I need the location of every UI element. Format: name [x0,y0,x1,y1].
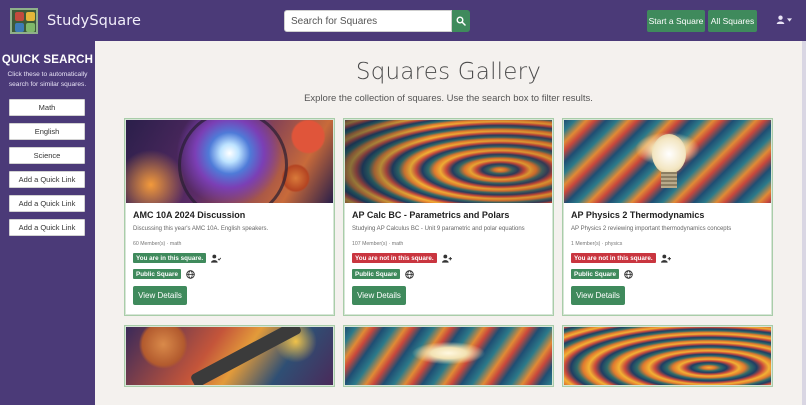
main-content: Squares Gallery Explore the collection o… [95,41,802,405]
user-menu[interactable] [776,15,792,24]
card-description: AP Physics 2 reviewing important thermod… [571,226,732,232]
square-card: AP Physics 2 Thermodynamics AP Physics 2… [563,119,772,315]
user-plus-icon[interactable] [441,254,452,263]
square-card-partial [344,326,553,386]
user-check-icon[interactable] [211,254,222,263]
navbar-search [284,10,470,32]
card-member-count: 60 Member(s) · math [133,241,182,247]
view-details-button[interactable]: View Details [352,286,406,305]
sidebar-title: QUICK SEARCH [1,54,94,66]
square-card: AP Calc BC - Parametrics and Polars Stud… [344,119,553,315]
page-scrollbar[interactable] [802,41,806,405]
page-title: Squares Gallery [355,59,542,85]
square-card-partial [125,326,334,386]
globe-icon [624,269,633,279]
quick-link-english[interactable]: English [9,123,85,140]
search-button[interactable] [452,10,470,32]
view-details-button[interactable]: View Details [571,286,625,305]
globe-icon [405,269,414,279]
top-navbar: StudySquare Start a Square All Squares [0,0,806,41]
user-plus-icon[interactable] [660,254,671,263]
quick-search-sidebar: QUICK SEARCH Click these to automaticall… [0,41,95,405]
membership-badge: You are not in this square. [571,253,656,263]
square-card-image [345,327,552,385]
square-card-image [345,120,552,203]
brand-name: StudySquare [47,13,142,29]
sidebar-subtitle: Click these to automatically search for … [7,71,88,88]
quick-link-math[interactable]: Math [9,99,85,116]
square-card-image [564,120,771,203]
add-quick-link-button[interactable]: Add a Quick Link [9,195,85,212]
search-input[interactable] [284,10,452,32]
membership-badge: You are in this square. [133,253,207,263]
caret-down-icon [787,17,792,22]
start-square-button[interactable]: Start a Square [647,10,705,32]
card-title: AMC 10A 2024 Discussion [133,210,246,220]
card-description: Discussing this year's AMC 10A. English … [133,226,269,232]
card-title: AP Calc BC - Parametrics and Polars [352,210,510,220]
view-details-button[interactable]: View Details [133,286,187,305]
search-icon [456,16,466,26]
membership-badge: You are not in this square. [352,253,437,263]
add-quick-link-button[interactable]: Add a Quick Link [9,219,85,236]
card-description: Studying AP Calculus BC - Unit 9 paramet… [352,226,525,232]
brand[interactable]: StudySquare [10,8,141,34]
square-card: AMC 10A 2024 Discussion Discussing this … [125,119,334,315]
globe-icon [186,269,195,279]
add-quick-link-button[interactable]: Add a Quick Link [9,171,85,188]
studysquare-logo [10,8,38,34]
square-card-image [564,327,771,385]
square-card-partial [563,326,772,386]
all-squares-button[interactable]: All Squares [708,10,757,32]
square-card-image [126,327,333,385]
page-subtitle: Explore the collection of squares. Use t… [304,93,593,104]
visibility-badge: Public Square [352,269,400,279]
visibility-badge: Public Square [571,269,619,279]
quick-link-science[interactable]: Science [9,147,85,164]
card-title: AP Physics 2 Thermodynamics [571,210,705,220]
visibility-badge: Public Square [133,269,181,279]
user-icon [776,15,785,24]
card-member-count: 107 Member(s) · math [352,241,404,247]
card-member-count: 1 Member(s) · physics [571,241,623,247]
square-card-image [126,120,333,203]
